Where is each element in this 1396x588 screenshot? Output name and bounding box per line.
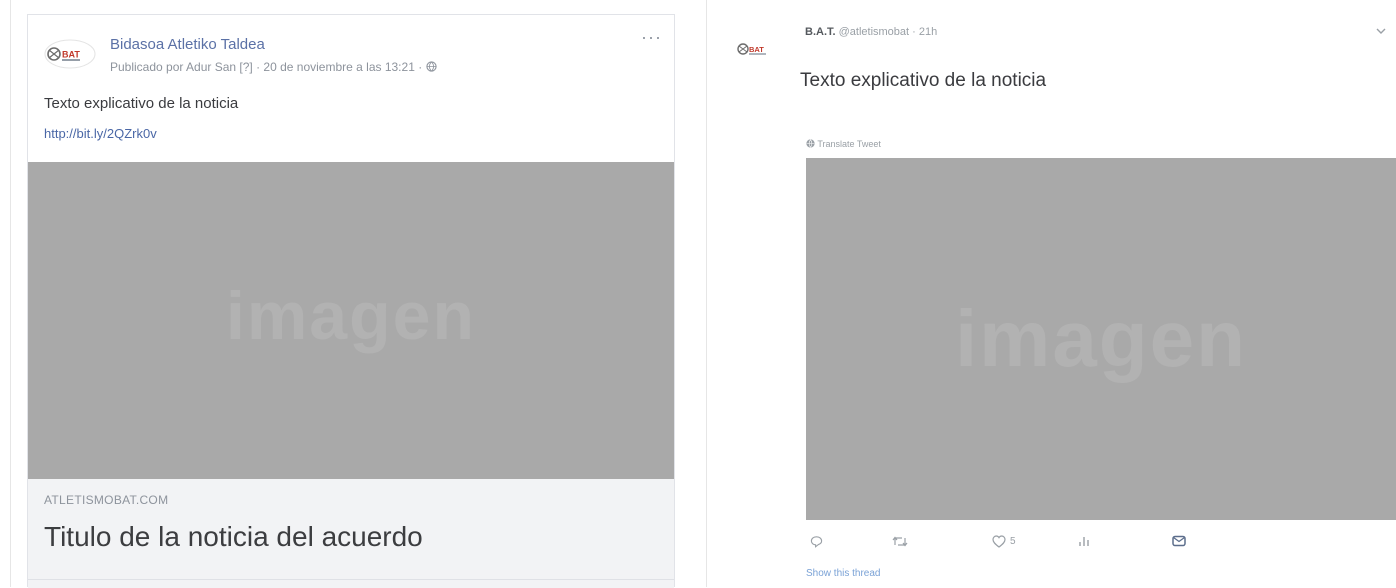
tweet-image[interactable]: imagen — [806, 158, 1396, 520]
retweet-button[interactable] — [892, 535, 908, 548]
link-domain: ATLETISMOBAT.COM — [44, 493, 169, 507]
reply-icon — [810, 536, 823, 548]
post-text: Texto explicativo de la noticia — [44, 95, 239, 112]
twitter-post: BAT B.A.T. @atletismobat · 21h Texto exp… — [720, 0, 1396, 587]
more-options-button[interactable]: ··· — [641, 27, 662, 48]
like-icon — [992, 535, 1006, 548]
post-meta-text: Publicado por Adur San [?] · 20 de novie… — [110, 60, 426, 74]
link-headline[interactable]: Titulo de la noticia del acuerdo — [44, 521, 423, 553]
direct-message-icon — [1172, 535, 1186, 547]
translate-label: Translate Tweet — [817, 139, 881, 149]
image-watermark: imagen — [225, 277, 477, 354]
page-name-link[interactable]: Bidasoa Atletiko Taldea — [110, 36, 265, 53]
svg-text:BAT: BAT — [62, 50, 80, 60]
analytics-button[interactable] — [1078, 535, 1090, 547]
post-image[interactable]: imagen — [28, 162, 674, 479]
translate-tweet-link[interactable]: Translate Tweet — [806, 139, 881, 149]
bat-logo[interactable]: BAT — [736, 38, 772, 60]
account-name[interactable]: B.A.T. — [805, 26, 836, 38]
link-preview-footer[interactable]: ATLETISMOBAT.COM Titulo de la noticia de… — [28, 479, 674, 588]
tweet-actions: 5 — [806, 535, 1396, 555]
left-divider — [10, 0, 11, 587]
globe-icon — [806, 139, 815, 148]
post-meta: Publicado por Adur San [?] · 20 de novie… — [110, 60, 437, 74]
retweet-icon — [892, 536, 908, 547]
svg-text:BAT: BAT — [749, 45, 764, 54]
account-handle-time[interactable]: @atletismobat · 21h — [836, 26, 938, 38]
footer-divider — [28, 579, 674, 580]
direct-message-button[interactable] — [1172, 535, 1186, 547]
post-link[interactable]: http://bit.ly/2QZrk0v — [44, 126, 157, 141]
tweet-header: B.A.T. @atletismobat · 21h — [805, 26, 937, 38]
analytics-icon — [1079, 537, 1089, 546]
more-icon: ··· — [641, 27, 662, 47]
chevron-down-icon — [1376, 28, 1386, 34]
reply-button[interactable] — [810, 535, 823, 548]
tweet-menu-button[interactable] — [1376, 24, 1386, 38]
facebook-post: BAT Bidasoa Atletiko Taldea Publicado po… — [27, 14, 675, 588]
image-watermark: imagen — [954, 294, 1248, 383]
center-divider — [706, 0, 707, 587]
tweet-text: Texto explicativo de la noticia — [800, 70, 1047, 91]
bat-logo[interactable]: BAT — [44, 39, 96, 69]
show-thread-link[interactable]: Show this thread — [806, 568, 881, 579]
like-button[interactable]: 5 — [992, 535, 1016, 548]
like-count: 5 — [1010, 536, 1016, 547]
globe-icon — [425, 61, 437, 72]
